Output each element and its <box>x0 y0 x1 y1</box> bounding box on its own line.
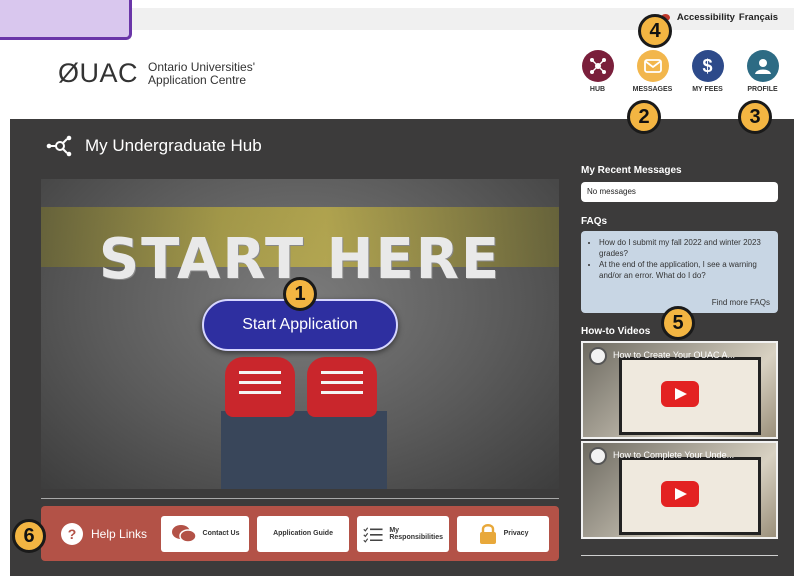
dollar-icon: $ <box>691 50 724 82</box>
right-leg <box>303 411 387 489</box>
left-leg <box>221 411 305 489</box>
video-title[interactable]: How to Complete Your Unde... <box>613 450 772 460</box>
callout-3: 3 <box>738 100 772 134</box>
logo-mark: ØUAC <box>58 58 139 88</box>
channel-logo-icon <box>589 347 607 365</box>
nav-fees-label: MY FEES <box>692 86 723 93</box>
help-links-bar: ? Help Links Contact Us Application Guid… <box>41 506 559 561</box>
language-link[interactable]: Français <box>739 12 778 23</box>
nav-messages[interactable]: MESSAGES <box>625 50 680 93</box>
channel-logo-icon <box>589 447 607 465</box>
hub-icon <box>581 50 614 82</box>
nav-hub[interactable]: HUB <box>570 50 625 93</box>
faq-link[interactable]: At the end of the application, I see a w… <box>599 259 772 281</box>
nav-my-fees[interactable]: $ MY FEES <box>680 50 735 93</box>
chat-icon <box>171 524 197 543</box>
callout-6: 6 <box>12 519 46 553</box>
recent-messages-box: No messages <box>581 182 778 202</box>
utility-links: Accessibility Français <box>660 12 778 23</box>
main-nav: HUB MESSAGES $ MY FEES PROFILE <box>570 50 790 93</box>
nav-hub-label: HUB <box>589 86 606 93</box>
checklist-icon <box>363 526 383 543</box>
privacy-label: Privacy <box>503 530 529 537</box>
divider <box>581 555 778 556</box>
corner-tab <box>0 0 132 40</box>
nav-profile[interactable]: PROFILE <box>735 50 790 93</box>
left-shoe <box>225 357 295 417</box>
video-title[interactable]: How to Create Your OUAC A... <box>613 350 772 360</box>
contact-us-label: Contact Us <box>202 530 240 537</box>
nav-profile-label: PROFILE <box>747 86 778 93</box>
how-to-videos-title: How-to Videos <box>581 326 651 337</box>
divider <box>41 498 559 499</box>
privacy-button[interactable]: Privacy <box>457 515 550 552</box>
hub-title: My Undergraduate Hub <box>45 135 262 157</box>
faqs-title: FAQs <box>581 216 608 227</box>
application-guide-label: Application Guide <box>273 530 333 537</box>
video-thumbnail[interactable]: How to Complete Your Unde... <box>581 441 778 539</box>
my-responsibilities-label: My Responsibilities <box>389 526 444 541</box>
callout-1: 1 <box>283 277 317 311</box>
undergraduate-hub: My Undergraduate Hub START HERE Start Ap… <box>10 119 794 576</box>
video-thumbnail[interactable]: How to Create Your OUAC A... <box>581 341 778 439</box>
faq-link[interactable]: How do I submit my fall 2022 and winter … <box>599 237 772 259</box>
callout-5: 5 <box>661 306 695 340</box>
play-icon[interactable] <box>661 481 699 507</box>
find-more-faqs-link[interactable]: Find more FAQs <box>712 298 770 307</box>
play-icon[interactable] <box>661 381 699 407</box>
start-here-banner: START HERE Start Application <box>41 179 559 489</box>
right-shoe <box>307 357 377 417</box>
help-links-label: Help Links <box>91 526 148 541</box>
nav-messages-label: MESSAGES <box>632 86 673 93</box>
user-icon <box>746 50 779 82</box>
ouac-logo[interactable]: ØUAC Ontario Universities' Application C… <box>58 58 255 89</box>
logo-line-1: Ontario Universities' <box>148 59 256 74</box>
lock-icon <box>479 523 496 544</box>
question-icon: ? <box>61 522 83 545</box>
callout-2: 2 <box>627 100 661 134</box>
accessibility-link[interactable]: Accessibility <box>677 12 735 23</box>
logo-text: Ontario Universities' Application Centre <box>148 59 256 87</box>
callout-4: 4 <box>638 14 672 48</box>
hub-title-text: My Undergraduate Hub <box>85 136 262 155</box>
hub-title-icon <box>46 135 72 157</box>
contact-us-button[interactable]: Contact Us <box>161 515 250 552</box>
recent-messages-title: My Recent Messages <box>581 165 682 176</box>
application-guide-button[interactable]: Application Guide <box>257 515 350 552</box>
envelope-icon <box>636 50 669 82</box>
logo-line-2: Application Centre <box>148 72 247 87</box>
my-responsibilities-button[interactable]: My Responsibilities <box>357 515 450 552</box>
faqs-box: How do I submit my fall 2022 and winter … <box>581 231 778 313</box>
